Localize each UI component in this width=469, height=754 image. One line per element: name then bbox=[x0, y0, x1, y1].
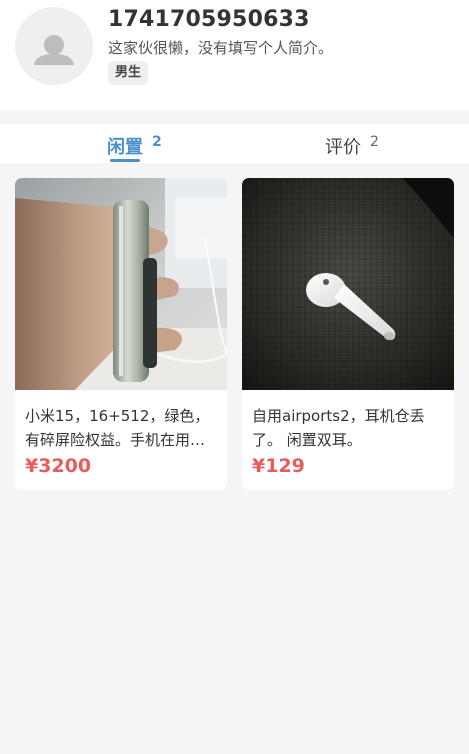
gender-badge: 男生 bbox=[108, 61, 149, 85]
product-price: ¥129 bbox=[252, 455, 305, 477]
user-id: 1741705950633 bbox=[108, 7, 310, 32]
tab-idle-count: 2 bbox=[152, 134, 162, 150]
product-description: 自用airports2，耳机仓丢了。 闲置双耳。 bbox=[252, 407, 425, 449]
product-photo-earbud bbox=[242, 178, 454, 390]
product-card[interactable]: 小米15，16+512，绿色，有碎屏险权益。手机在用，无划痕。 ¥3200 bbox=[15, 178, 227, 490]
product-price: ¥3200 bbox=[25, 455, 92, 477]
product-photo-phone bbox=[15, 178, 227, 390]
avatar[interactable] bbox=[15, 7, 93, 85]
product-description: 小米15，16+512，绿色，有碎屏险权益。手机在用，无划痕。 bbox=[25, 407, 210, 449]
default-user-icon bbox=[34, 35, 74, 65]
tab-idle-label: 闲置 bbox=[107, 137, 143, 158]
tab-reviews-count: 2 bbox=[370, 134, 379, 150]
active-tab-indicator bbox=[110, 159, 140, 162]
tab-reviews-label: 评价 bbox=[325, 137, 361, 158]
profile-header: 1741705950633 这家伙很懒，没有填写个人简介。 男生 bbox=[0, 0, 469, 110]
product-card[interactable]: 自用airports2，耳机仓丢了。 闲置双耳。 ¥129 bbox=[242, 178, 454, 490]
tab-reviews[interactable]: 评价 2 bbox=[235, 124, 469, 163]
tab-bar: 闲置 2 评价 2 bbox=[0, 124, 469, 163]
user-bio: 这家伙很懒，没有填写个人简介。 bbox=[108, 39, 334, 57]
tab-idle[interactable]: 闲置 2 bbox=[0, 124, 234, 163]
